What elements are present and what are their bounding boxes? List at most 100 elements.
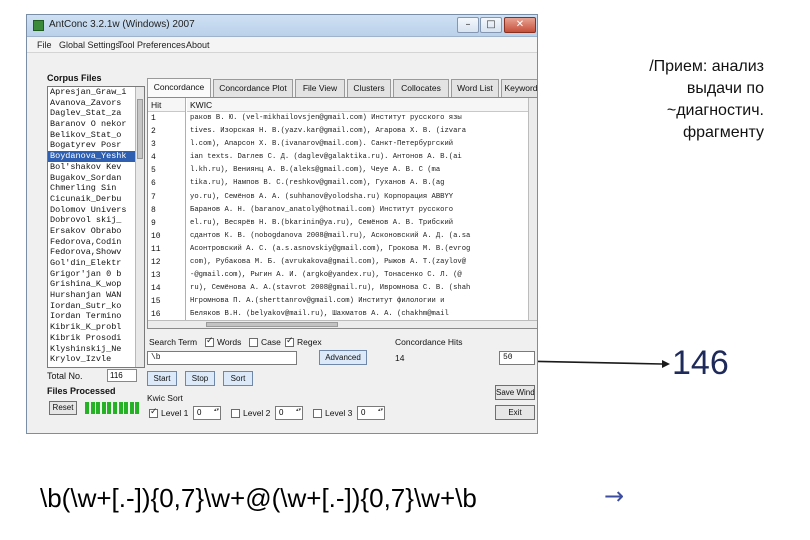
corpus-file-item[interactable]: Bol'shakov Kev	[48, 162, 136, 173]
corpus-file-item[interactable]: Kibrik_K_probl	[48, 322, 136, 333]
corpus-file-list[interactable]: Apresjan_Graw_i Avanova_Zavors Daglev_Stat…	[47, 86, 145, 368]
kwic-line[interactable]: -@gmail.com), Рыгин А. И. (argko@yandex.…	[187, 269, 529, 282]
corpus-file-item[interactable]: Gol'din_Elektr	[48, 258, 136, 269]
concordance-hits-label: Concordance Hits	[395, 337, 463, 347]
corpus-file-item[interactable]: Dolomov Univers	[48, 205, 136, 216]
kwic-line[interactable]: tives. Изорская Н. В.(yazv.kar@gmail.com…	[187, 125, 529, 138]
exit-button[interactable]: Exit	[495, 405, 535, 420]
results-horizontal-scrollbar[interactable]	[148, 320, 537, 328]
reset-button[interactable]: Reset	[49, 401, 77, 415]
maximize-button[interactable]: □	[480, 17, 502, 33]
corpus-file-item[interactable]: Dobrovol skij_	[48, 215, 136, 226]
kwic-line[interactable]: el.ru), Весярёв Н. В.(bkarinin@ya.ru), С…	[187, 217, 529, 230]
level3-checkbox[interactable]	[313, 409, 322, 418]
level2-label: Level 2	[243, 408, 271, 418]
advanced-button[interactable]: Advanced	[319, 350, 367, 365]
tab-keyword[interactable]: Keyword	[501, 79, 537, 97]
scroll-thumb[interactable]	[206, 322, 338, 327]
regex-checkbox[interactable]	[285, 336, 294, 347]
kwic-line[interactable]: tika.ru), Нампов В. С.(reshkov@gmail.com…	[187, 177, 529, 190]
corpus-file-item[interactable]: Grigor'jan 0 b	[48, 269, 136, 280]
save-window-button[interactable]: Save Window	[495, 385, 535, 400]
kwic-line[interactable]: Баранов А. Н. (baranov_anatoly@hotmail.c…	[187, 204, 529, 217]
words-label: Words	[217, 337, 242, 347]
kwic-column-header[interactable]: KWIC	[187, 98, 529, 112]
hit-number-cell: 6	[151, 179, 156, 189]
menu-file[interactable]: File	[37, 40, 52, 50]
corpus-file-item[interactable]: Avanova_Zavors	[48, 98, 136, 109]
level2-spinner[interactable]: 0	[275, 406, 303, 420]
kwic-line[interactable]: ian texts. Daглев С. Д. (daglev@galaktik…	[187, 151, 529, 164]
search-window-size-input[interactable]: 50	[499, 351, 535, 365]
hit-column-header[interactable]: Hit	[148, 98, 185, 112]
menu-about[interactable]: About	[186, 40, 210, 50]
tab-file-view[interactable]: File View	[295, 79, 345, 97]
hit-count-label: 146	[672, 344, 729, 382]
total-no-value: 116	[107, 369, 137, 382]
kwic-line[interactable]: раков В. Ю. (vel-mikhailovsjen@gmail.com…	[187, 112, 529, 125]
hit-number-cell: 8	[151, 205, 156, 215]
hit-number-cell: 11	[151, 244, 161, 254]
level3-label: Level 3	[325, 408, 353, 418]
words-checkbox[interactable]	[205, 336, 214, 347]
menu-global-settings[interactable]: Global Settings	[59, 40, 120, 50]
files-processed-label: Files Processed	[47, 386, 116, 396]
hit-number-cell: 5	[151, 166, 156, 176]
window-title: AntConc 3.2.1w (Windows) 2007	[49, 19, 195, 30]
antconc-window: AntConc 3.2.1w (Windows) 2007 – □ ✕ File…	[26, 14, 538, 434]
kwic-line[interactable]: l.kh.ru), Вениянц А. В.(aleks@gmail.com)…	[187, 164, 529, 177]
corpus-file-item[interactable]: Chmerling Sin	[48, 183, 136, 194]
hit-number-cell: 1	[151, 114, 156, 123]
corpus-file-item[interactable]: Boydanova_Yeshk	[48, 151, 136, 162]
corpus-scrollbar[interactable]	[135, 87, 144, 367]
corpus-file-item[interactable]: Hurshanjan WAN	[48, 290, 136, 301]
level1-label: Level 1	[161, 408, 189, 418]
arrow-icon: →	[604, 482, 625, 510]
close-button[interactable]: ✕	[504, 17, 536, 33]
kwic-line[interactable]: l.com), Апарсон Х. В.(ivanarov@mail.com)…	[187, 138, 529, 151]
corpus-file-item[interactable]: Iordan Termino	[48, 311, 136, 322]
level1-spinner[interactable]: 0	[193, 406, 221, 420]
start-button[interactable]: Start	[147, 371, 177, 386]
menu-tool-preferences[interactable]: Tool Preferences	[118, 40, 186, 50]
total-no-label: Total No.	[47, 371, 83, 381]
level1-checkbox[interactable]	[149, 407, 158, 418]
corpus-file-item[interactable]: Apresjan_Graw_i	[48, 87, 136, 98]
corpus-file-item[interactable]: Klyshinskij_Ne	[48, 344, 136, 355]
tab-clusters[interactable]: Clusters	[347, 79, 391, 97]
search-term-label: Search Term	[149, 337, 198, 347]
scroll-thumb[interactable]	[137, 99, 143, 159]
corpus-file-item[interactable]: Cicunaik_Derbu	[48, 194, 136, 205]
corpus-file-item[interactable]: Bogatyrev Posr	[48, 140, 136, 151]
case-checkbox[interactable]	[249, 338, 258, 347]
corpus-file-item[interactable]: Fedorova,Showv	[48, 247, 136, 258]
corpus-file-item[interactable]: Ersakov Obrabo	[48, 226, 136, 237]
kwic-line[interactable]: com), Рубакова М. Б. (avrukakova@gmail.c…	[187, 256, 529, 269]
corpus-file-item[interactable]: Daglev_Stat_za	[48, 108, 136, 119]
corpus-file-item[interactable]: Belikov_Stat_o	[48, 130, 136, 141]
search-term-input[interactable]: \b	[147, 351, 297, 365]
tab-collocates[interactable]: Collocates	[393, 79, 449, 97]
kwic-line[interactable]: сдантов К. В. (nobogdanova 2008@mail.ru)…	[187, 230, 529, 243]
level2-checkbox[interactable]	[231, 409, 240, 418]
corpus-file-item[interactable]: Krylov_Izvle	[48, 354, 136, 365]
stop-button[interactable]: Stop	[185, 371, 215, 386]
kwic-line[interactable]: yo.ru), Семёнов А. А. (suhhanov@yolodsha…	[187, 191, 529, 204]
corpus-file-item[interactable]: Bugakov_Sordan	[48, 173, 136, 184]
sort-button[interactable]: Sort	[223, 371, 253, 386]
corpus-file-item[interactable]: Iordan_Sutr_ko	[48, 301, 136, 312]
corpus-file-item[interactable]: Baranov O nekor	[48, 119, 136, 130]
corpus-file-item[interactable]: Fedorova,Codin	[48, 237, 136, 248]
level3-spinner[interactable]: 0	[357, 406, 385, 420]
kwic-line[interactable]: ru), Семёнова А. А.(stavrot 2008@gmail.r…	[187, 282, 529, 295]
kwic-line[interactable]: Асонтровский А. С. (a.s.asnovskiy@gmail.…	[187, 243, 529, 256]
tab-word-list[interactable]: Word List	[451, 79, 499, 97]
kwic-line[interactable]: Нгромнова П. А.(sherttanrov@gmail.com) И…	[187, 295, 529, 308]
tab-concordance[interactable]: Concordance	[147, 78, 211, 97]
results-vertical-scrollbar[interactable]	[528, 98, 537, 328]
minimize-button[interactable]: –	[457, 17, 479, 33]
progress-segment	[107, 402, 112, 414]
tab-concordance-plot[interactable]: Concordance Plot	[213, 79, 293, 97]
corpus-file-item[interactable]: Kibrik Prosodi	[48, 333, 136, 344]
corpus-file-item[interactable]: Grishina_K_wop	[48, 279, 136, 290]
